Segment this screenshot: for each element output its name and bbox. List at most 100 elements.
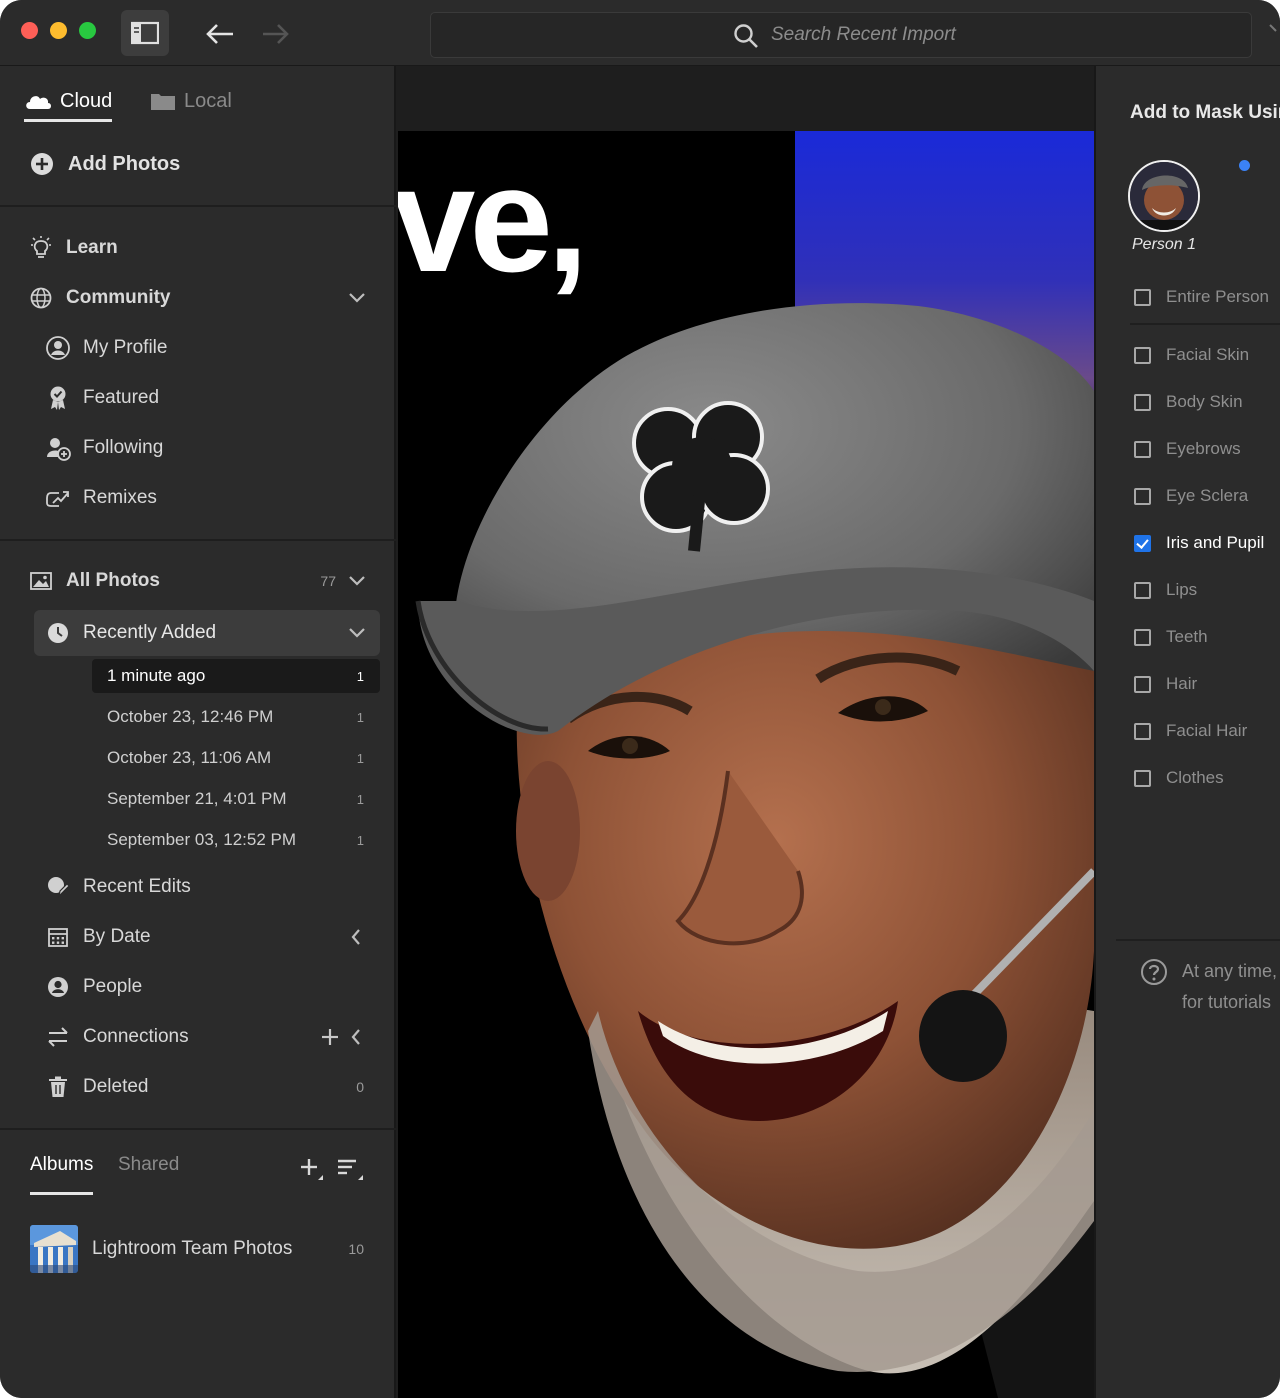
- mask-option-lips[interactable]: Lips: [1134, 578, 1197, 602]
- search-bar[interactable]: [430, 12, 1252, 58]
- mask-option-label: Clothes: [1166, 768, 1224, 787]
- trash-icon: [45, 1074, 71, 1100]
- sidebar-item-learn[interactable]: Learn: [0, 228, 396, 268]
- tab-albums[interactable]: Albums: [30, 1154, 94, 1195]
- mask-option-clothes[interactable]: Clothes: [1134, 766, 1224, 790]
- add-connection-button[interactable]: [320, 1027, 340, 1047]
- tab-shared[interactable]: Shared: [118, 1154, 179, 1176]
- forward-button[interactable]: [260, 20, 292, 53]
- checkbox[interactable]: [1134, 769, 1151, 787]
- back-button[interactable]: [204, 20, 236, 53]
- checkbox[interactable]: [1134, 487, 1151, 505]
- people-icon: [45, 974, 71, 1000]
- edited-photo[interactable]: ve,: [398, 131, 1094, 1398]
- sidebar-item-deleted[interactable]: Deleted 0: [0, 1067, 396, 1107]
- chevron-down-icon[interactable]: [348, 292, 366, 304]
- sidebar-item-following[interactable]: Following: [0, 428, 396, 468]
- tab-local[interactable]: Local: [150, 82, 232, 120]
- plus-circle-icon: [31, 153, 53, 175]
- sidebar-item-remixes[interactable]: Remixes: [0, 478, 396, 518]
- checkbox[interactable]: [1134, 581, 1151, 599]
- close-window-button[interactable]: [21, 22, 38, 39]
- add-album-button[interactable]: [298, 1156, 324, 1182]
- zoom-window-button[interactable]: [79, 22, 96, 39]
- sidebar-item-by-date[interactable]: By Date: [0, 917, 396, 957]
- minimize-window-button[interactable]: [50, 22, 67, 39]
- mask-option-hair[interactable]: Hair: [1134, 672, 1197, 696]
- people-label: People: [83, 976, 143, 997]
- mask-option-facial-hair[interactable]: Facial Hair: [1134, 719, 1247, 743]
- help-text-line: for tutorials: [1182, 992, 1272, 1012]
- checkbox[interactable]: [1134, 393, 1151, 411]
- tab-cloud[interactable]: Cloud: [24, 82, 113, 122]
- sidebar-item-my-profile[interactable]: My Profile: [0, 328, 396, 368]
- album-item[interactable]: Lightroom Team Photos 10: [30, 1224, 370, 1274]
- deleted-label: Deleted: [83, 1076, 149, 1097]
- panel-toggle-button[interactable]: [121, 10, 169, 56]
- recent-import-item[interactable]: 1 minute ago 1: [92, 659, 380, 693]
- all-photos-label: All Photos: [66, 570, 160, 591]
- mask-option-body-skin[interactable]: Body Skin: [1134, 390, 1243, 414]
- sidebar-item-featured[interactable]: Featured: [0, 378, 396, 418]
- mask-option-iris-and-pupil[interactable]: Iris and Pupil: [1134, 531, 1264, 555]
- chevron-down-icon[interactable]: [1268, 22, 1280, 34]
- mask-option-teeth[interactable]: Teeth: [1134, 625, 1208, 649]
- photo-canvas[interactable]: ve,: [396, 66, 1094, 1398]
- sidebar-item-community[interactable]: Community: [0, 278, 396, 318]
- mask-panel-title: Add to Mask Usin: [1130, 102, 1280, 123]
- checkbox[interactable]: [1134, 722, 1151, 740]
- recent-import-item[interactable]: September 03, 12:52 PM 1: [92, 823, 380, 857]
- mask-option-eye-sclera[interactable]: Eye Sclera: [1134, 484, 1248, 508]
- add-photos-button[interactable]: Add Photos: [30, 152, 180, 176]
- recent-import-label: October 23, 11:06 AM: [107, 748, 272, 767]
- deleted-count: 0: [356, 1079, 364, 1095]
- recent-import-item[interactable]: October 23, 12:46 PM 1: [92, 700, 380, 734]
- connections-label: Connections: [83, 1026, 189, 1047]
- recent-import-label: 1 minute ago: [107, 666, 206, 685]
- mask-option-facial-skin[interactable]: Facial Skin: [1134, 343, 1249, 367]
- remix-icon: [45, 485, 71, 511]
- mask-option-label: Body Skin: [1166, 392, 1243, 411]
- checkbox[interactable]: [1134, 346, 1151, 364]
- sidebar-item-connections[interactable]: Connections: [0, 1017, 396, 1057]
- remixes-label: Remixes: [83, 487, 157, 508]
- mask-option-label: Teeth: [1166, 627, 1208, 646]
- recent-import-label: September 03, 12:52 PM: [107, 830, 297, 849]
- checkbox[interactable]: [1134, 440, 1151, 458]
- lightroom-window: Cloud Local Add Photos: [0, 0, 1280, 1398]
- recently-added-label: Recently Added: [83, 622, 217, 643]
- by-date-label: By Date: [83, 926, 151, 947]
- chevron-down-icon[interactable]: [348, 627, 366, 639]
- help-icon[interactable]: [1140, 958, 1168, 986]
- checkbox[interactable]: [1134, 675, 1151, 693]
- person-thumbnail[interactable]: [1128, 160, 1200, 232]
- recent-import-item[interactable]: October 23, 11:06 AM 1: [92, 741, 380, 775]
- recently-added-row[interactable]: Recently Added: [0, 613, 396, 653]
- checkbox-checked[interactable]: [1134, 534, 1151, 552]
- checkbox[interactable]: [1134, 628, 1151, 646]
- mask-panel: Add to Mask Usin Person 1 Entire Person …: [1094, 66, 1280, 1398]
- chevron-down-icon[interactable]: [348, 575, 366, 587]
- edit-icon: [45, 874, 71, 900]
- forward-arrow-icon: [263, 24, 289, 44]
- checkbox[interactable]: [1134, 288, 1151, 306]
- chevron-left-icon[interactable]: [350, 1028, 362, 1046]
- sidebar-item-all-photos[interactable]: All Photos 77: [0, 561, 396, 601]
- mask-option-eyebrows[interactable]: Eyebrows: [1134, 437, 1241, 461]
- title-bar: [0, 0, 1280, 66]
- cloud-icon: [26, 96, 51, 109]
- sidebar-item-recent-edits[interactable]: Recent Edits: [0, 867, 396, 907]
- sidebar-item-people[interactable]: People: [0, 967, 396, 1007]
- search-input[interactable]: [771, 21, 1171, 49]
- portrait-photo: ve,: [398, 131, 1094, 1398]
- recent-import-item[interactable]: September 21, 4:01 PM 1: [92, 782, 380, 816]
- sort-albums-button[interactable]: [336, 1156, 364, 1182]
- my-profile-label: My Profile: [83, 337, 168, 358]
- chevron-left-icon[interactable]: [350, 928, 362, 946]
- add-photos-label: Add Photos: [68, 152, 181, 175]
- help-text-line: At any time,: [1182, 961, 1278, 981]
- recent-import-count: 1: [356, 709, 364, 725]
- learn-label: Learn: [66, 237, 118, 258]
- mask-option-label: Facial Hair: [1166, 721, 1248, 740]
- mask-option-entire-person[interactable]: Entire Person: [1134, 285, 1269, 309]
